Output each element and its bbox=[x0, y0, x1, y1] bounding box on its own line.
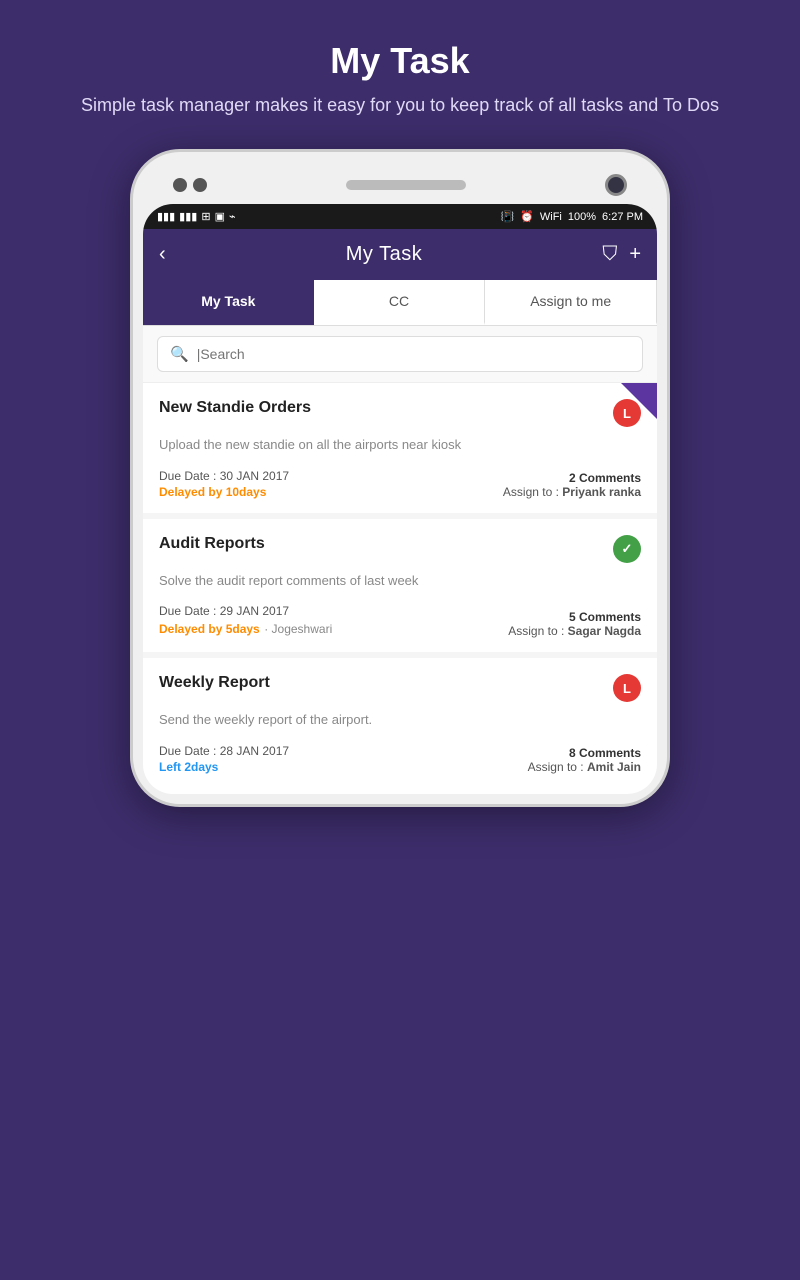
signal-icon: ▮▮▮ bbox=[157, 210, 175, 223]
task-title: Weekly Report bbox=[159, 674, 605, 692]
task-due-date: Due Date : 30 JAN 2017 bbox=[159, 469, 289, 483]
task-footer-left: Due Date : 28 JAN 2017 Left 2days bbox=[159, 744, 289, 774]
page-subtitle: Simple task manager makes it easy for yo… bbox=[21, 92, 779, 119]
task-status: Delayed by 5days bbox=[159, 622, 260, 636]
image-icon: ⊞ bbox=[201, 210, 210, 223]
task-description: Solve the audit report comments of last … bbox=[159, 571, 641, 591]
app-bar-actions: ⛉ + bbox=[602, 243, 641, 266]
task-assignee-label: Assign to : Sagar Nagda bbox=[508, 624, 641, 638]
task-assignee-name: Amit Jain bbox=[587, 760, 641, 774]
status-right: 📳 ⏰ WiFi 100% 6:27 PM bbox=[500, 210, 643, 223]
phone-notch bbox=[143, 162, 657, 204]
status-bar: ▮▮▮ ▮▮▮ ⊞ ▣ ⌁ 📳 ⏰ WiFi 100% 6:27 PM bbox=[143, 204, 657, 229]
task-list: New Standie Orders L Upload the new stan… bbox=[143, 383, 657, 788]
phone-dots bbox=[173, 178, 207, 192]
task-footer-left: Due Date : 30 JAN 2017 Delayed by 10days bbox=[159, 469, 289, 499]
task-assignee-label: Assign to : Priyank ranka bbox=[503, 485, 641, 499]
task-comments: 2 Comments bbox=[503, 471, 641, 485]
corner-ribbon bbox=[621, 383, 657, 419]
task-description: Upload the new standie on all the airpor… bbox=[159, 435, 641, 455]
phone-dot-2 bbox=[193, 178, 207, 192]
signal2-icon: ▮▮▮ bbox=[179, 210, 197, 223]
task-footer: Due Date : 29 JAN 2017 Delayed by 5days … bbox=[159, 604, 641, 638]
task-meta-right: 2 Comments Assign to : Priyank ranka bbox=[503, 471, 641, 499]
phone-camera bbox=[605, 174, 627, 196]
task-badge: L bbox=[613, 674, 641, 702]
task-card[interactable]: Audit Reports ✓ Solve the audit report c… bbox=[143, 519, 657, 653]
phone-screen: ▮▮▮ ▮▮▮ ⊞ ▣ ⌁ 📳 ⏰ WiFi 100% 6:27 PM ‹ My… bbox=[143, 204, 657, 794]
vibrate-icon: 📳 bbox=[500, 210, 514, 223]
back-button[interactable]: ‹ bbox=[159, 243, 166, 266]
tab-assign-to-me[interactable]: Assign to me bbox=[485, 280, 657, 325]
search-icon: 🔍 bbox=[170, 345, 189, 363]
task-card-header: Weekly Report L bbox=[159, 674, 641, 702]
add-button[interactable]: + bbox=[629, 243, 641, 266]
task-description: Send the weekly report of the airport. bbox=[159, 710, 641, 730]
phone-frame: ▮▮▮ ▮▮▮ ⊞ ▣ ⌁ 📳 ⏰ WiFi 100% 6:27 PM ‹ My… bbox=[130, 149, 670, 807]
task-assignee-label: Assign to : Amit Jain bbox=[528, 760, 641, 774]
app-bar: ‹ My Task ⛉ + bbox=[143, 229, 657, 280]
task-assignee-name: Priyank ranka bbox=[562, 485, 641, 499]
task-due-date: Due Date : 29 JAN 2017 bbox=[159, 604, 332, 618]
app-bar-left: ‹ bbox=[159, 243, 166, 266]
task-title: Audit Reports bbox=[159, 535, 605, 553]
usb-icon: ⌁ bbox=[229, 210, 236, 223]
wifi-icon: WiFi bbox=[540, 211, 562, 223]
task-sub-info: · Jogeshwari bbox=[264, 622, 332, 636]
alarm-icon: ⏰ bbox=[520, 210, 534, 223]
search-input[interactable] bbox=[197, 346, 630, 362]
task-footer-left: Due Date : 29 JAN 2017 Delayed by 5days … bbox=[159, 604, 332, 638]
assign-label: Assign to : bbox=[503, 485, 559, 499]
tab-bar: My Task CC Assign to me bbox=[143, 280, 657, 326]
tab-cc[interactable]: CC bbox=[314, 280, 486, 325]
assign-label: Assign to : bbox=[508, 624, 564, 638]
task-card-header: Audit Reports ✓ bbox=[159, 535, 641, 563]
task-status: Delayed by 10days bbox=[159, 485, 289, 499]
task-title: New Standie Orders bbox=[159, 399, 605, 417]
battery-label: 100% bbox=[568, 211, 596, 223]
filter-button[interactable]: ⛉ bbox=[602, 243, 617, 266]
page-title: My Task bbox=[330, 40, 469, 82]
search-wrap[interactable]: 🔍 bbox=[157, 336, 643, 372]
app-bar-title: My Task bbox=[346, 243, 422, 266]
task-footer: Due Date : 30 JAN 2017 Delayed by 10days… bbox=[159, 469, 641, 499]
task-comments: 8 Comments bbox=[528, 746, 641, 760]
phone-speaker bbox=[346, 180, 466, 190]
time-label: 6:27 PM bbox=[602, 211, 643, 223]
task-status-extra: Delayed by 5days · Jogeshwari bbox=[159, 620, 332, 638]
assign-label: Assign to : bbox=[528, 760, 584, 774]
memory-icon: ▣ bbox=[215, 210, 225, 223]
task-card[interactable]: New Standie Orders L Upload the new stan… bbox=[143, 383, 657, 513]
task-status: Left 2days bbox=[159, 760, 289, 774]
task-footer: Due Date : 28 JAN 2017 Left 2days 8 Comm… bbox=[159, 744, 641, 774]
tab-my-task[interactable]: My Task bbox=[143, 280, 314, 325]
task-card-header: New Standie Orders L bbox=[159, 399, 641, 427]
task-assignee-name: Sagar Nagda bbox=[568, 624, 641, 638]
search-bar: 🔍 bbox=[143, 326, 657, 383]
task-card[interactable]: Weekly Report L Send the weekly report o… bbox=[143, 658, 657, 788]
task-badge: ✓ bbox=[613, 535, 641, 563]
task-meta-right: 8 Comments Assign to : Amit Jain bbox=[528, 746, 641, 774]
task-due-date: Due Date : 28 JAN 2017 bbox=[159, 744, 289, 758]
status-left: ▮▮▮ ▮▮▮ ⊞ ▣ ⌁ bbox=[157, 210, 236, 223]
task-meta-right: 5 Comments Assign to : Sagar Nagda bbox=[508, 610, 641, 638]
phone-dot-1 bbox=[173, 178, 187, 192]
task-comments: 5 Comments bbox=[508, 610, 641, 624]
